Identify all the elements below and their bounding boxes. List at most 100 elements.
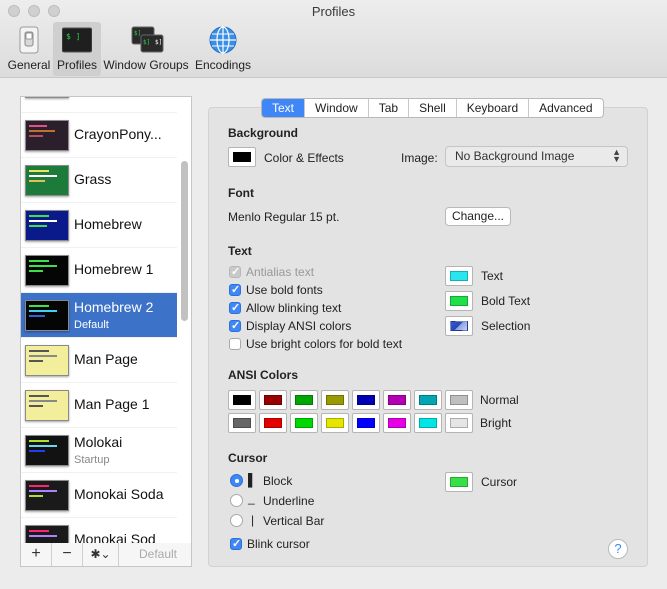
antialias-label: Antialias text: [246, 265, 315, 279]
tab-text[interactable]: Text: [262, 99, 306, 117]
profile-thumbnail: [25, 210, 69, 241]
ansi-bright-swatch[interactable]: [445, 413, 473, 433]
ansi-normal-swatch[interactable]: [414, 390, 442, 410]
profile-thumbnail: [25, 390, 69, 421]
ansi-bright-swatch[interactable]: [290, 413, 318, 433]
ansi-colors-checkbox[interactable]: ✓: [229, 320, 241, 332]
list-item[interactable]: Molokai Startup: [21, 427, 177, 472]
profile-thumbnail: [25, 345, 69, 376]
list-item[interactable]: Man Page 1: [21, 382, 177, 427]
ansi-bright-swatch[interactable]: [383, 413, 411, 433]
cursor-underline-label: Underline: [263, 494, 315, 508]
bright-bold-checkbox[interactable]: [229, 338, 241, 350]
tab-shell[interactable]: Shell: [409, 99, 457, 117]
tab-advanced[interactable]: Advanced: [529, 99, 602, 117]
tab-tab[interactable]: Tab: [369, 99, 410, 117]
list-item[interactable]: Homebrew: [21, 202, 177, 247]
cursor-underline-radio[interactable]: [230, 494, 243, 507]
profile-thumbnail: [25, 165, 69, 196]
ansi-normal-label: Normal: [480, 393, 519, 407]
list-item-partial[interactable]: [21, 97, 177, 104]
list-item[interactable]: Monokai Sod: [21, 517, 177, 543]
list-item[interactable]: CrayonPony...: [21, 112, 177, 157]
list-item[interactable]: Monokai Soda: [21, 472, 177, 517]
toolbar-profiles-label: Profiles: [56, 58, 97, 72]
list-item[interactable]: Homebrew 1: [21, 247, 177, 292]
ansi-normal-swatch[interactable]: [228, 390, 256, 410]
antialias-checkbox[interactable]: ✓: [229, 266, 241, 278]
cursor-block-radio[interactable]: [230, 474, 243, 487]
profile-thumbnail: [25, 435, 69, 466]
profile-thumbnail: [25, 97, 69, 98]
ansi-bright-label: Bright: [480, 416, 512, 430]
text-heading: Text: [228, 244, 252, 258]
background-image-select[interactable]: No Background Image ▲ ▼: [445, 146, 628, 167]
list-item[interactable]: Man Page: [21, 337, 177, 382]
toolbar-general-label: General: [7, 58, 51, 72]
change-font-button[interactable]: Change...: [445, 207, 511, 226]
ansi-colors-heading: ANSI Colors: [228, 368, 299, 382]
ansi-normal-swatch[interactable]: [259, 390, 287, 410]
set-default-button[interactable]: Default: [125, 543, 191, 566]
ansi-bright-swatch[interactable]: [228, 413, 256, 433]
ansi-bright-swatch[interactable]: [414, 413, 442, 433]
profile-thumbnail: [25, 120, 69, 151]
remove-profile-button[interactable]: −: [52, 543, 83, 566]
cursor-vertical-bar-glyph: |: [251, 513, 255, 527]
bold-text-color-swatch[interactable]: [445, 291, 473, 311]
add-profile-button[interactable]: +: [21, 543, 52, 566]
bold-fonts-label: Use bold fonts: [246, 283, 323, 297]
svg-text:$]: $]: [155, 39, 162, 46]
bold-fonts-checkbox[interactable]: ✓: [229, 284, 241, 296]
profile-thumbnail: [25, 300, 69, 331]
cursor-color-swatch[interactable]: [445, 472, 473, 492]
toolbar-window-groups[interactable]: $] $] $] Window Groups: [103, 22, 189, 76]
profile-name: Grass: [74, 171, 112, 187]
svg-text:$]: $]: [143, 39, 150, 46]
gear-menu-button[interactable]: ✱⌄: [83, 543, 119, 566]
help-button[interactable]: ?: [608, 539, 628, 559]
titlebar: Profiles General $ ] Profiles $] $] $] Win…: [0, 0, 667, 78]
toolbar-encodings[interactable]: Encodings: [194, 22, 252, 76]
ansi-normal-swatch[interactable]: [352, 390, 380, 410]
ansi-normal-swatch[interactable]: [321, 390, 349, 410]
blink-cursor-checkbox[interactable]: ✓: [230, 538, 242, 550]
background-heading: Background: [228, 126, 299, 140]
text-color-swatch[interactable]: [445, 266, 473, 286]
ansi-normal-swatch[interactable]: [445, 390, 473, 410]
bright-bold-label: Use bright colors for bold text: [246, 337, 403, 351]
background-image-value: No Background Image: [455, 149, 575, 163]
list-item[interactable]: Grass: [21, 157, 177, 202]
cursor-underline-glyph: _: [248, 491, 255, 505]
selection-color-swatch[interactable]: [445, 316, 473, 336]
toolbar-general[interactable]: General: [6, 22, 52, 76]
profile-list[interactable]: CrayonPony... Grass Homebrew Homebrew 1 …: [20, 96, 192, 544]
selection-color-label: Selection: [481, 319, 531, 333]
ansi-normal-swatch[interactable]: [383, 390, 411, 410]
svg-text:$]: $]: [134, 30, 141, 37]
ansi-bright-swatch[interactable]: [352, 413, 380, 433]
cursor-vertical-bar-radio[interactable]: [230, 514, 243, 527]
text-color-label: Text: [481, 269, 504, 283]
bold-text-color-label: Bold Text: [481, 294, 531, 308]
profile-list-scrollbar[interactable]: [181, 161, 188, 321]
background-color-swatch[interactable]: [228, 147, 256, 167]
switch-icon: [14, 26, 44, 54]
ansi-bright-swatch[interactable]: [259, 413, 287, 433]
preferences-window: Profiles General $ ] Profiles $] $] $] Win…: [0, 0, 667, 589]
chevron-updown-icon: ▲ ▼: [612, 147, 621, 164]
list-item-selected[interactable]: Homebrew 2 Default: [21, 292, 177, 337]
svg-text:$ ]: $ ]: [66, 32, 80, 41]
profile-thumbnail: [25, 480, 69, 511]
blinking-text-checkbox[interactable]: ✓: [229, 302, 241, 314]
blinking-text-label: Allow blinking text: [246, 301, 342, 315]
cursor-block-glyph: ▌: [248, 473, 257, 487]
ansi-bright-swatch[interactable]: [321, 413, 349, 433]
profile-name: Molokai: [74, 434, 123, 450]
tab-window[interactable]: Window: [305, 99, 369, 117]
window-title: Profiles: [311, 4, 356, 19]
tab-keyboard[interactable]: Keyboard: [457, 99, 530, 117]
toolbar-profiles[interactable]: $ ] Profiles: [53, 22, 101, 76]
ansi-normal-swatch[interactable]: [290, 390, 318, 410]
profile-name: Homebrew 1: [74, 261, 154, 277]
